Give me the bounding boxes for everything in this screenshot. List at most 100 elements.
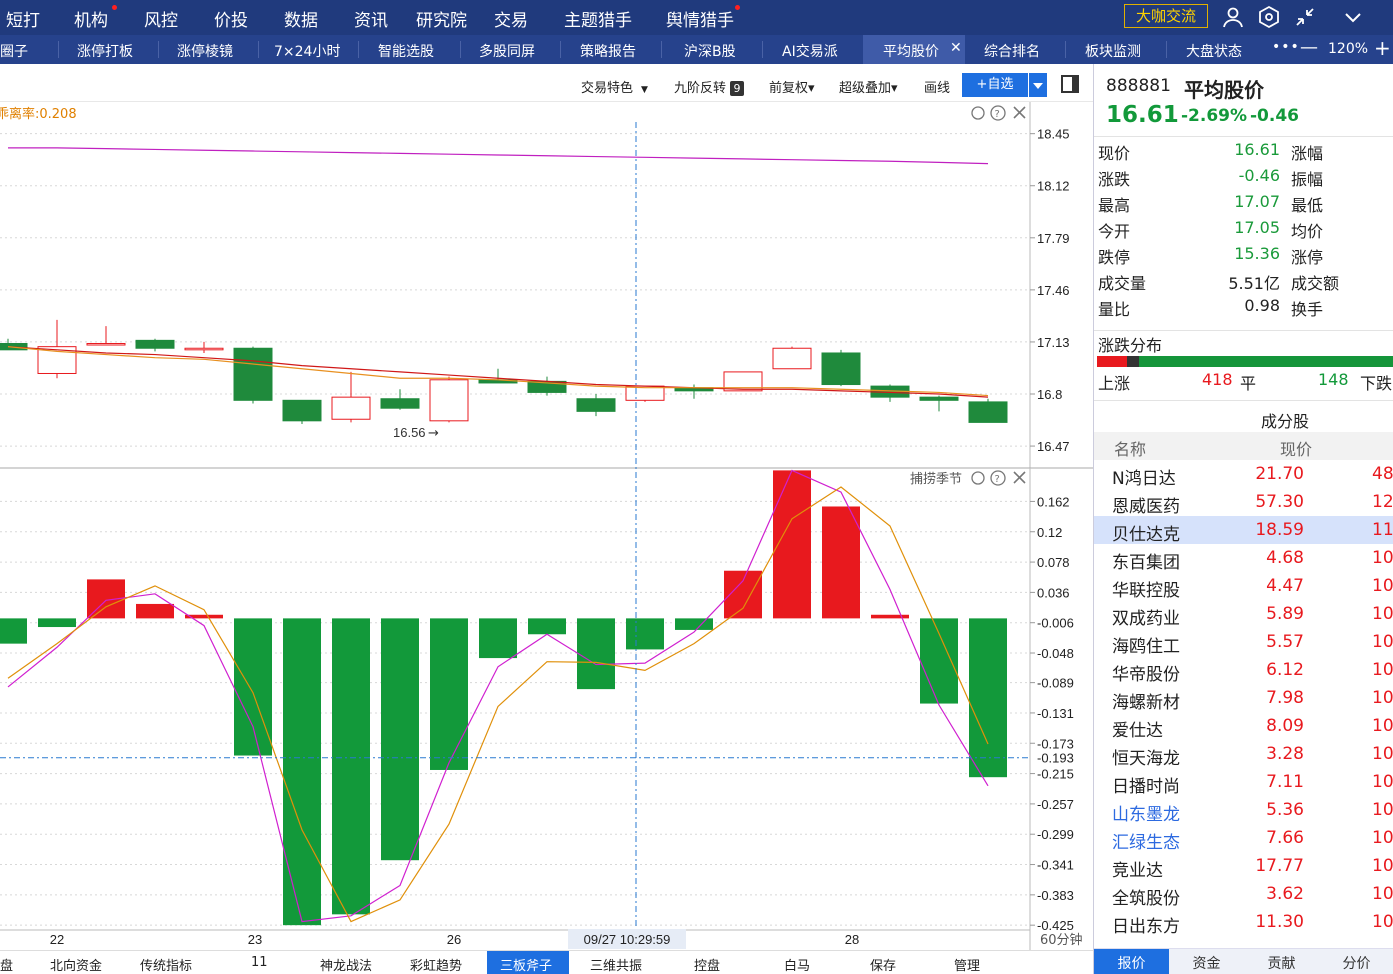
notification-dot (735, 5, 740, 10)
candle-body (380, 398, 420, 409)
indicator-tab[interactable]: 北向资金 (50, 955, 102, 974)
close-tab-icon[interactable]: ✕ (950, 40, 962, 56)
constituent-change: 10 (1372, 576, 1393, 596)
constituent-row[interactable]: 日播时尚 7.11 10 (1094, 768, 1393, 797)
layout-toggle-icon[interactable] (1061, 75, 1079, 93)
panel-tab[interactable]: 贡献 (1244, 953, 1319, 973)
trade-feature-dropdown[interactable]: 交易特色 ▼ (581, 77, 648, 96)
stock-code: 888881 (1106, 76, 1171, 96)
chart-area[interactable]: 18.45 18.12 17.79 17.46 17.13 16.8 16.47 乖离率:0.… (0, 102, 1093, 950)
tab[interactable]: 综合排名 (984, 41, 1040, 61)
panel-tab[interactable]: 分价 (1319, 953, 1393, 973)
constituent-row[interactable]: 东百集团 4.68 10 (1094, 544, 1393, 573)
tab[interactable]: 7×24小时 (274, 41, 340, 61)
nav-item[interactable]: 主题猎手 (564, 6, 632, 31)
constituent-row[interactable]: 恒天海龙 3.28 10 (1094, 740, 1393, 769)
constituent-row[interactable]: 海螺新材 7.98 10 (1094, 684, 1393, 713)
indicator-tab[interactable]: 盘 (0, 955, 13, 974)
constituent-name: N鸿日达 (1112, 469, 1176, 489)
chevron-down-icon[interactable] (1341, 5, 1365, 29)
constituent-row[interactable]: 爱仕达 8.09 10 (1094, 712, 1393, 741)
constituent-row[interactable]: 日出东方 11.30 10 (1094, 908, 1393, 937)
zoom-in-button[interactable]: + (1374, 36, 1391, 60)
nav-item[interactable]: 数据 (284, 6, 318, 31)
constituent-name: 日出东方 (1112, 917, 1180, 937)
indicator-tab-active[interactable]: 三板斧子 (500, 955, 552, 974)
community-button[interactable]: 大咖交流 (1124, 4, 1208, 28)
nav-item[interactable]: 资讯 (354, 6, 388, 31)
adjust-dropdown[interactable]: 前复权▾ (769, 77, 815, 96)
indicator-tab[interactable]: 传统指标 (140, 955, 192, 974)
tab[interactable]: AI交易派 (782, 41, 838, 61)
panel-tab[interactable]: 资金 (1169, 953, 1244, 973)
user-icon[interactable] (1221, 5, 1245, 29)
constituent-change: 10 (1372, 912, 1393, 932)
nav-item[interactable]: 机构 (74, 6, 108, 31)
add-favorite-dropdown[interactable] (1029, 73, 1047, 97)
constituent-row[interactable]: 全筑股份 3.62 10 (1094, 880, 1393, 909)
down-count: 148 (1318, 370, 1349, 389)
constituent-row[interactable]: 汇绿生态 7.66 10 (1094, 824, 1393, 853)
tab-active[interactable]: 平均股价 (883, 41, 939, 61)
distribution-title: 涨跌分布 (1098, 336, 1163, 355)
constituent-row[interactable]: 双成药业 5.89 10 (1094, 600, 1393, 629)
indicator-tab[interactable]: 彩虹趋势 (410, 955, 462, 974)
indicator-bar (822, 506, 860, 619)
nav-item[interactable]: 研究院 (416, 6, 467, 31)
indicator-tab[interactable]: 11 (251, 955, 268, 970)
indicator-tab[interactable]: 神龙战法 (320, 955, 372, 974)
candle-body (919, 396, 959, 401)
nav-item[interactable]: 短打 (6, 6, 40, 31)
column-price[interactable]: 现价 (1280, 436, 1312, 460)
more-tabs-icon[interactable]: ••• (1272, 39, 1300, 55)
panel-tab-active[interactable]: 报价 (1094, 953, 1169, 973)
constituent-change: 10 (1372, 772, 1393, 792)
column-name[interactable]: 名称 (1114, 436, 1146, 460)
settings-icon[interactable] (1257, 5, 1281, 29)
tab[interactable]: 圈子 (0, 41, 28, 61)
indicator-bar (283, 618, 321, 926)
tab[interactable]: 涨停打板 (77, 41, 133, 61)
quote-panel: 888881 平均股价 16.61 -2.69% -0.46 现价 16.61 涨幅… (1093, 64, 1393, 974)
tab[interactable]: 板块监测 (1085, 41, 1141, 61)
nav-item[interactable]: 风控 (144, 6, 178, 31)
tab[interactable]: 沪深B股 (684, 41, 736, 61)
overlay-dropdown[interactable]: 超级叠加▾ (839, 77, 898, 96)
candle-body (184, 347, 224, 351)
tab[interactable]: 涨停棱镜 (177, 41, 233, 61)
constituent-row[interactable]: 山东墨龙 5.36 10 (1094, 796, 1393, 825)
nav-item[interactable]: 交易 (494, 6, 528, 31)
tab-separator (58, 41, 59, 58)
indicator-bar (332, 618, 370, 915)
indicator-tab[interactable]: 白马 (784, 955, 810, 974)
zoom-out-button[interactable]: — (1300, 37, 1318, 58)
tab[interactable]: 多股同屏 (479, 41, 535, 61)
constituent-row[interactable]: 贝仕达克 18.59 11 (1094, 516, 1393, 545)
indicator-tab[interactable]: 三维共振 (590, 955, 642, 974)
indicator-tab[interactable]: 控盘 (694, 955, 720, 974)
draw-line-button[interactable]: 画线 (924, 77, 950, 96)
indicator-bar (479, 618, 517, 659)
nav-item[interactable]: 价投 (214, 6, 248, 31)
constituent-name: 山东墨龙 (1112, 805, 1180, 825)
add-favorite-button[interactable]: +自选 (962, 73, 1028, 97)
constituent-row[interactable]: N鸿日达 21.70 48 (1094, 460, 1393, 489)
tab[interactable]: 大盘状态 (1186, 41, 1242, 61)
quote-value: 0.98 (1244, 296, 1280, 315)
nine-turn-button[interactable]: 九阶反转 9 (674, 77, 745, 96)
divider (1094, 400, 1393, 401)
nav-item[interactable]: 舆情猎手 (666, 6, 734, 31)
constituent-row[interactable]: 海鸥住工 5.57 10 (1094, 628, 1393, 657)
constituent-row[interactable]: 华联控股 4.47 10 (1094, 572, 1393, 601)
constituent-row[interactable]: 华帝股份 6.12 10 (1094, 656, 1393, 685)
tab[interactable]: 策略报告 (580, 41, 636, 61)
constituent-price: 11.30 (1255, 912, 1304, 932)
constituent-row[interactable]: 竞业达 17.77 10 (1094, 852, 1393, 881)
indicator-tab[interactable]: 管理 (954, 955, 980, 974)
collapse-icon[interactable] (1293, 5, 1317, 29)
y-tick-label: -0.131 (1037, 706, 1074, 721)
constituent-row[interactable]: 恩威医药 57.30 12 (1094, 488, 1393, 517)
tab[interactable]: 智能选股 (378, 41, 434, 61)
indicator-tab[interactable]: 保存 (870, 955, 896, 974)
constituent-change: 11 (1372, 520, 1393, 540)
